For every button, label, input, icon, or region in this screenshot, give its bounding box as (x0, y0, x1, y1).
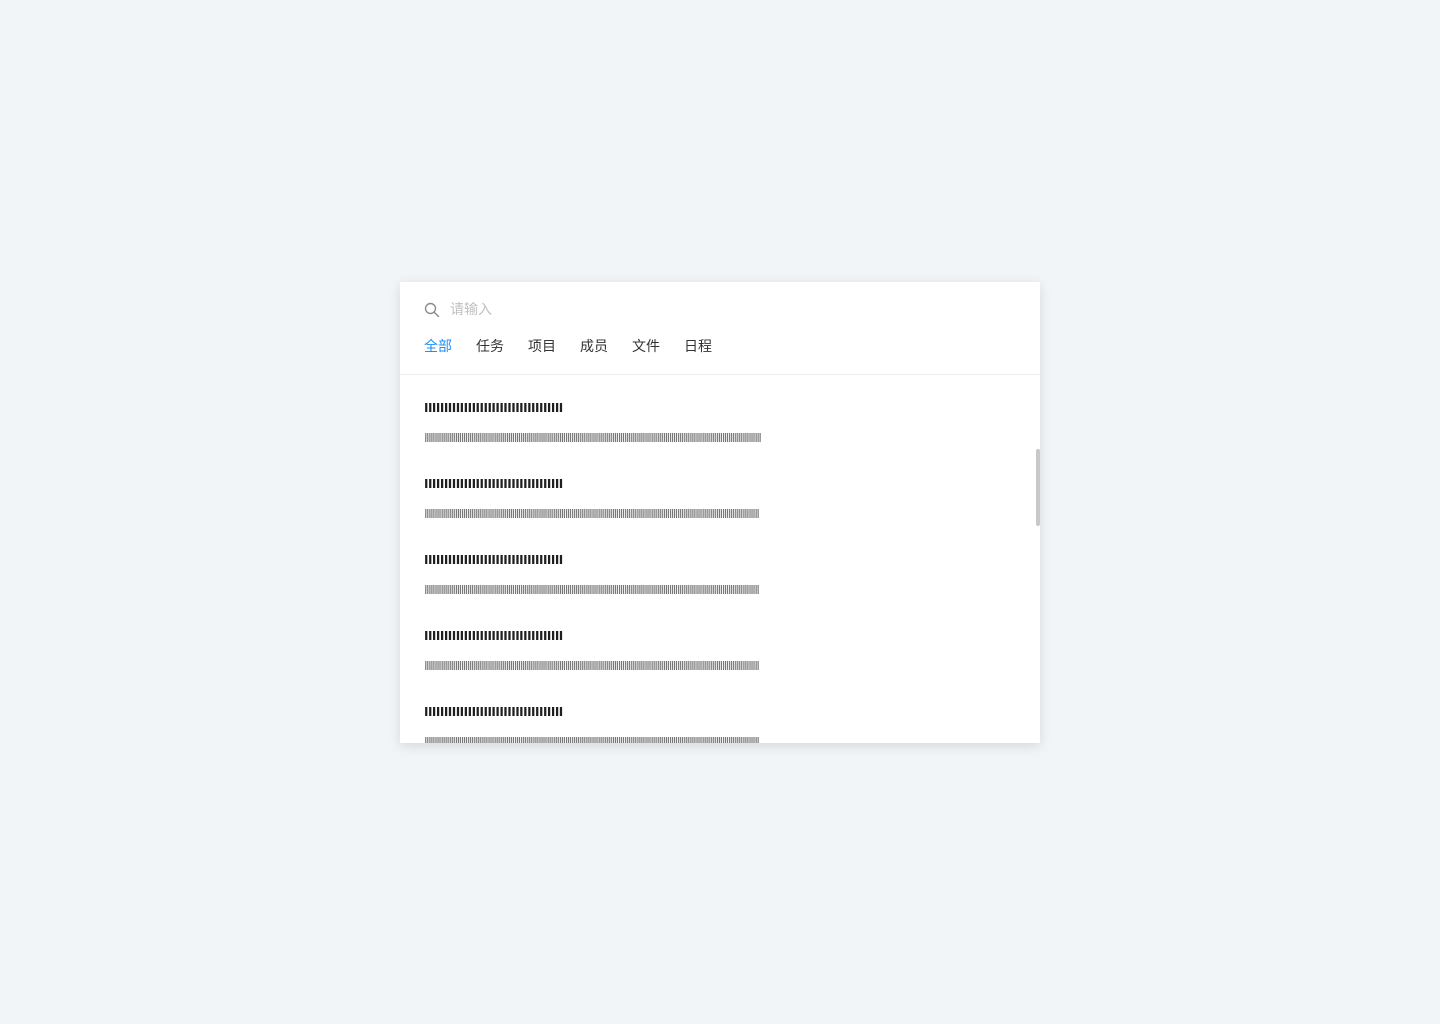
result-description: IIIIIIIIIIIIIIIIIIIIIIIIIIIIIIIIIIIIIIII… (424, 507, 760, 521)
result-title: IIIIIIIIIIIIIIIIIIIIIIIIIIIIIIIIIII (424, 401, 563, 415)
tab-projects[interactable]: 项目 (528, 337, 556, 375)
list-item[interactable]: IIIIIIIIIIIIIIIIIIIIIIIIIIIIIIIIIII IIII… (424, 603, 994, 673)
tab-tasks[interactable]: 任务 (476, 337, 504, 375)
result-title: IIIIIIIIIIIIIIIIIIIIIIIIIIIIIIIIIII (424, 553, 563, 567)
search-panel: 全部 任务 项目 成员 文件 日程 IIIIIIIIIIIIIIIIIIIIII… (400, 282, 1040, 743)
search-input[interactable] (450, 302, 990, 318)
scrollbar-thumb[interactable] (1036, 449, 1040, 526)
list-item[interactable]: IIIIIIIIIIIIIIIIIIIIIIIIIIIIIIIIIII IIII… (424, 527, 994, 597)
list-item[interactable]: IIIIIIIIIIIIIIIIIIIIIIIIIIIIIIIIIII IIII… (424, 679, 994, 743)
search-bar (424, 300, 1016, 320)
tab-schedule[interactable]: 日程 (684, 337, 712, 375)
filter-tabs: 全部 任务 项目 成员 文件 日程 (424, 337, 712, 375)
tab-members[interactable]: 成员 (580, 337, 608, 375)
result-title: IIIIIIIIIIIIIIIIIIIIIIIIIIIIIIIIIII (424, 629, 563, 643)
result-title: IIIIIIIIIIIIIIIIIIIIIIIIIIIIIIIIIII (424, 705, 563, 719)
tab-files[interactable]: 文件 (632, 337, 660, 375)
result-description: IIIIIIIIIIIIIIIIIIIIIIIIIIIIIIIIIIIIIIII… (424, 431, 762, 445)
search-icon (424, 302, 440, 318)
list-item[interactable]: IIIIIIIIIIIIIIIIIIIIIIIIIIIIIIIIIII IIII… (424, 375, 994, 445)
tab-all[interactable]: 全部 (424, 337, 452, 375)
result-description: IIIIIIIIIIIIIIIIIIIIIIIIIIIIIIIIIIIIIIII… (424, 735, 760, 743)
result-description: IIIIIIIIIIIIIIIIIIIIIIIIIIIIIIIIIIIIIIII… (424, 583, 760, 597)
result-description: IIIIIIIIIIIIIIIIIIIIIIIIIIIIIIIIIIIIIIII… (424, 659, 760, 673)
list-item[interactable]: IIIIIIIIIIIIIIIIIIIIIIIIIIIIIIIIIII IIII… (424, 451, 994, 521)
results-list: IIIIIIIIIIIIIIIIIIIIIIIIIIIIIIIIIII IIII… (400, 375, 1040, 743)
result-title: IIIIIIIIIIIIIIIIIIIIIIIIIIIIIIIIIII (424, 477, 563, 491)
